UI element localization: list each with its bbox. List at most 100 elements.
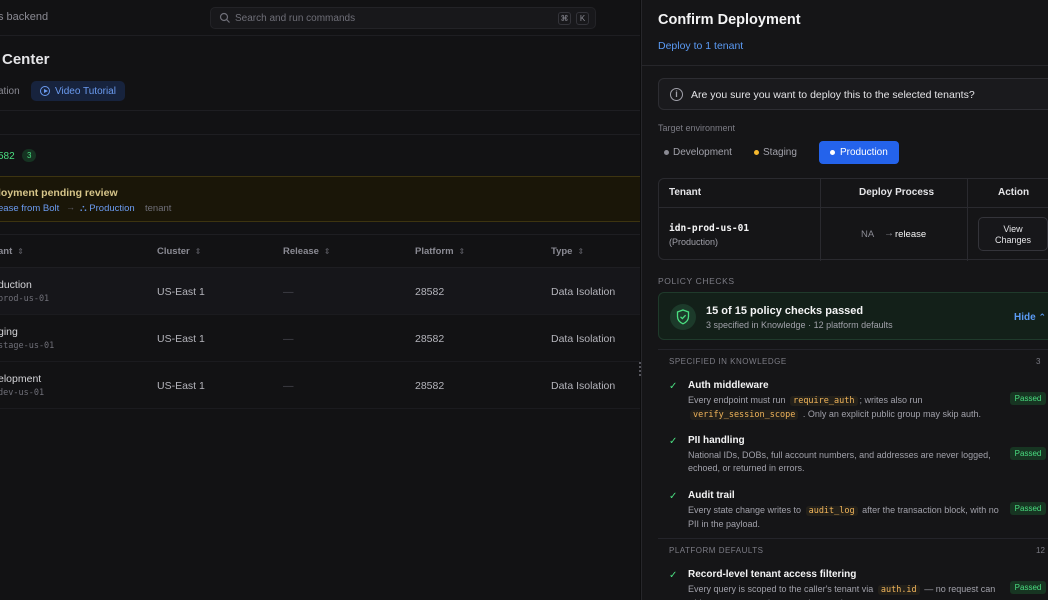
confirm-deployment-panel: Confirm Deployment Deploy to 1 tenant i …	[641, 0, 1048, 600]
tab-documentation[interactable]: ation	[0, 86, 20, 97]
status-badge: Passed	[1010, 447, 1046, 460]
deploy-table: Tenant Deploy Process Action idn-prod-us…	[658, 178, 1048, 261]
column-header-type[interactable]: Type ⇕	[551, 246, 584, 257]
target-suffix: tenant	[145, 203, 172, 214]
policy-summary-title: 15 of 15 policy checks passed	[706, 305, 864, 317]
table-header: ant ⇕ Cluster ⇕ Release ⇕ Platform ⇕ Type ⇕	[0, 234, 640, 268]
sort-icon: ⇕	[577, 247, 585, 256]
column-header-cluster[interactable]: Cluster ⇕	[157, 246, 201, 257]
column-header-action: Action	[998, 187, 1030, 198]
pending-review-banner[interactable]: loyment pending review ease from Bolt → …	[0, 176, 640, 222]
status-dot	[830, 150, 835, 155]
search-icon	[219, 12, 230, 23]
column-header-release[interactable]: Release ⇕	[283, 246, 331, 257]
arrow-right-icon: →	[884, 228, 894, 239]
sort-icon: ⇕	[194, 247, 202, 256]
policy-summary-subtitle: 3 specified in Knowledge · 12 platform d…	[706, 320, 893, 330]
status-badge: Passed	[1010, 581, 1046, 594]
column-header-tenant: Tenant	[669, 187, 702, 198]
chevron-up-icon: ⌃	[1038, 312, 1046, 322]
cluster-cell: US-East 1	[157, 333, 205, 345]
play-circle-icon	[40, 86, 50, 96]
release-cell: —	[283, 286, 294, 298]
section-label: SPECIFIED IN KNOWLEDGE	[669, 357, 787, 366]
release-cell: —	[283, 380, 294, 392]
tab-staging[interactable]: Staging	[750, 141, 814, 164]
platform-cell: 28582	[415, 286, 445, 298]
section-header: SPECIFIED IN KNOWLEDGE 3	[658, 349, 1048, 371]
build-label: 582	[0, 151, 15, 162]
build-count-badge: 3	[22, 149, 37, 162]
divider	[0, 110, 640, 111]
tenant-id: stage-us-01	[0, 341, 55, 351]
confirm-message: i Are you sure you want to deploy this t…	[658, 78, 1048, 110]
column-header-platform[interactable]: Platform ⇕	[415, 246, 465, 257]
panel-subtitle: Deploy to 1 tenant	[658, 40, 744, 52]
tab-development[interactable]: Development	[660, 141, 744, 164]
section-count: 12	[1036, 546, 1045, 555]
arrow-right-icon: →	[66, 202, 75, 212]
environment-label: Target environment	[658, 123, 736, 133]
column-header-tenant[interactable]: ant ⇕	[0, 246, 24, 257]
tenant-name: duction	[0, 279, 32, 291]
tab-production[interactable]: Production	[819, 141, 899, 164]
policy-checks-label: POLICY CHECKS	[658, 276, 735, 286]
top-bar: s backend Search and run commands ⌘ K	[0, 0, 640, 36]
search-placeholder: Search and run commands	[235, 13, 356, 24]
confirm-text: Are you sure you want to deploy this to …	[691, 89, 975, 101]
sort-icon: ⇕	[17, 247, 24, 256]
section-label: PLATFORM DEFAULTS	[669, 546, 764, 555]
section-count: 3	[1036, 357, 1041, 366]
status-badge: Passed	[1010, 502, 1046, 515]
shield-check-icon	[670, 304, 696, 330]
info-icon: i	[670, 88, 683, 101]
type-cell: Data Isolation	[551, 380, 616, 392]
breadcrumb[interactable]: s backend	[0, 11, 48, 23]
process-to: release	[895, 229, 927, 240]
tenant-name: elopment	[0, 373, 42, 385]
divider	[0, 134, 640, 135]
type-cell: Data Isolation	[551, 286, 616, 298]
target-link[interactable]: ⛬ Production	[80, 203, 135, 214]
platform-cell: 28582	[415, 333, 445, 345]
tenant-id: prod-us-01	[0, 294, 50, 304]
check-icon: ✓	[669, 491, 678, 502]
process-from: NA	[861, 229, 875, 240]
check-description: National IDs, DOBs, full account numbers…	[688, 450, 991, 473]
command-search[interactable]: Search and run commands ⌘ K	[210, 7, 596, 29]
check-title: Auth middleware	[688, 380, 769, 391]
release-cell: —	[283, 333, 294, 345]
release-link[interactable]: ease from Bolt	[0, 203, 59, 214]
tenant-env: (Production)	[669, 237, 719, 247]
column-header-deploy-process: Deploy Process	[859, 187, 935, 198]
tenant-name: ging	[0, 326, 18, 338]
sort-icon: ⇕	[323, 247, 331, 256]
check-description: Every endpoint must run require_auth; wr…	[688, 395, 981, 420]
divider	[642, 65, 1048, 66]
view-changes-button[interactable]: View Changes	[978, 217, 1048, 251]
type-cell: Data Isolation	[551, 333, 616, 345]
table-row[interactable]: ging stage-us-01 US-East 1 — 28582 Data …	[0, 315, 640, 362]
status-badge: Passed	[1010, 392, 1046, 405]
sort-icon: ⇕	[458, 247, 466, 256]
page-title: Center	[2, 51, 50, 68]
divider	[659, 207, 1048, 208]
video-tutorial-button[interactable]: Video Tutorial	[31, 81, 125, 101]
platform-cell: 28582	[415, 380, 445, 392]
cluster-cell: US-East 1	[157, 286, 205, 298]
section-header: PLATFORM DEFAULTS 12	[658, 538, 1048, 560]
check-title: PII handling	[688, 435, 745, 446]
table-row[interactable]: duction prod-us-01 US-East 1 — 28582 Dat…	[0, 268, 640, 315]
shortcut-key: K	[576, 12, 589, 25]
check-title: Record-level tenant access filtering	[688, 569, 857, 580]
status-dot	[754, 150, 759, 155]
table-row[interactable]: elopment dev-us-01 US-East 1 — 28582 Dat…	[0, 362, 640, 409]
tenant-name: idn-prod-us-01	[669, 223, 750, 234]
check-description: Every state change writes to audit_log a…	[688, 505, 999, 529]
hide-toggle[interactable]: Hide ⌃	[1014, 312, 1046, 323]
check-title: Audit trail	[688, 490, 735, 501]
policy-summary: 15 of 15 policy checks passed 3 specifie…	[658, 292, 1048, 340]
shortcut-key: ⌘	[558, 12, 571, 25]
background-app: s backend Search and run commands ⌘ K Ce…	[0, 0, 640, 600]
video-tutorial-label: Video Tutorial	[55, 85, 116, 97]
